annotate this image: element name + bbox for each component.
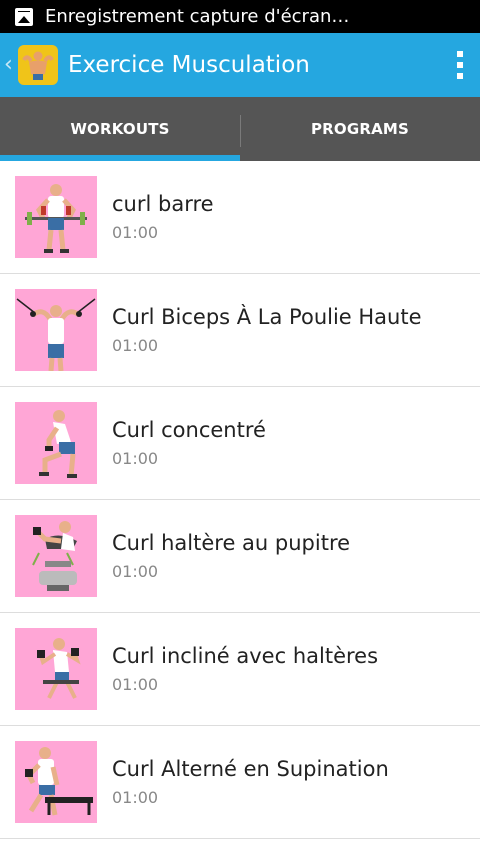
alternate-curl-illustration (15, 741, 97, 823)
screenshot-icon (15, 7, 33, 26)
workout-duration: 01:00 (112, 562, 159, 581)
up-chevron-icon[interactable]: ‹ (4, 54, 14, 76)
list-item[interactable]: Curl concentré 01:00 (0, 387, 480, 500)
workout-title: Curl concentré (112, 418, 266, 442)
workout-title: Curl Alterné en Supination (112, 757, 389, 781)
list-item-text: Curl Alterné en Supination 01:00 (112, 757, 389, 807)
preacher-curl-illustration (15, 515, 97, 597)
workout-title: Curl incliné avec haltères (112, 644, 379, 668)
workout-duration: 01:00 (112, 336, 159, 355)
list-item-text: Curl incliné avec haltères 01:00 (112, 644, 378, 694)
list-item[interactable]: curl barre 01:00 (0, 161, 480, 274)
workout-duration: 01:00 (112, 449, 159, 468)
workout-title: Curl Biceps À La Poulie Haute (112, 305, 422, 329)
tab-programs[interactable]: PROGRAMS (240, 97, 480, 161)
list-item-text: Curl Biceps À La Poulie Haute 01:00 (112, 305, 422, 355)
overflow-menu-icon[interactable] (440, 33, 480, 97)
list-item[interactable]: Curl haltère au pupitre 01:00 (0, 500, 480, 613)
list-item-text: curl barre 01:00 (112, 192, 214, 242)
list-item-text: Curl concentré 01:00 (112, 418, 266, 468)
tab-bar: WORKOUTS PROGRAMS (0, 97, 480, 161)
list-item-text: Curl haltère au pupitre 01:00 (112, 531, 350, 581)
status-bar: Enregistrement capture d'écran… (0, 0, 480, 33)
status-notification-text: Enregistrement capture d'écran… (45, 6, 350, 27)
concentration-curl-illustration (15, 402, 97, 484)
list-item[interactable]: Curl Biceps À La Poulie Haute 01:00 (0, 274, 480, 387)
list-item[interactable]: Curl incliné avec haltères 01:00 (0, 613, 480, 726)
workout-title: Curl haltère au pupitre (112, 531, 351, 555)
muscle-man-icon[interactable] (18, 45, 58, 85)
app-title: Exercice Musculation (68, 52, 310, 78)
tab-workouts[interactable]: WORKOUTS (0, 97, 240, 161)
workout-list: curl barre 01:00 Curl Biceps À La Poulie… (0, 161, 480, 839)
workout-duration: 01:00 (112, 788, 159, 807)
incline-curl-illustration (15, 628, 97, 710)
list-item[interactable]: Curl Alterné en Supination 01:00 (0, 726, 480, 839)
barbell-curl-illustration (15, 176, 97, 258)
cable-curl-illustration (15, 289, 97, 371)
workout-title: curl barre (112, 192, 214, 216)
workout-duration: 01:00 (112, 223, 159, 242)
action-bar: ‹ Exercice Musculation (0, 33, 480, 97)
workout-duration: 01:00 (112, 675, 159, 694)
